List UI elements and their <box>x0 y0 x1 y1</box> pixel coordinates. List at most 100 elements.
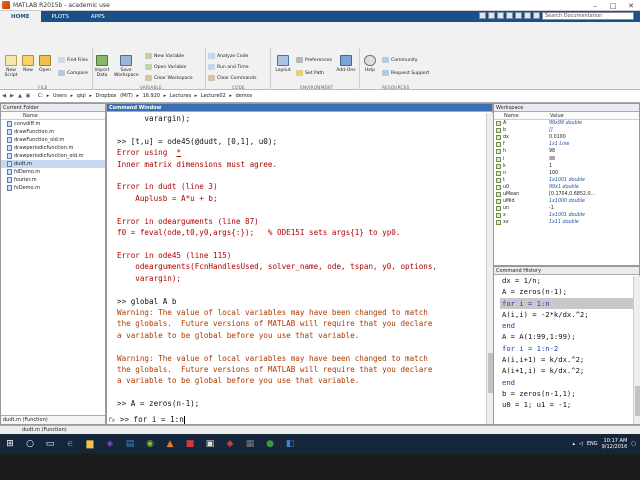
close-button[interactable]: ✕ <box>622 0 640 11</box>
tab-home[interactable]: HOME <box>0 11 41 22</box>
new-variable-button[interactable]: New Variable <box>145 53 184 59</box>
history-entry[interactable]: end <box>502 377 639 388</box>
current-folder-column-header[interactable]: Name <box>1 112 105 120</box>
workspace-variable-row[interactable]: x 1x1001 double <box>494 212 639 219</box>
workspace-variable-row[interactable]: un -1 <box>494 205 639 212</box>
file-list-item[interactable]: fourier.m <box>1 176 105 184</box>
browse-folder-icon[interactable]: ▣ <box>24 93 32 99</box>
file-list-item[interactable]: fdDemo.m <box>1 168 105 176</box>
history-entry[interactable]: end <box>502 320 639 331</box>
app-icon[interactable]: ◉ <box>142 436 158 452</box>
breadcrumb-item[interactable]: 16.920 <box>143 93 161 99</box>
help-icon[interactable] <box>533 12 540 19</box>
redo-icon[interactable] <box>524 12 531 19</box>
new-button[interactable]: New <box>21 55 35 73</box>
help-button[interactable]: Help <box>362 55 378 73</box>
app-icon[interactable]: ● <box>262 436 278 452</box>
workspace-variable-row[interactable]: uMid 1x1000 double <box>494 198 639 205</box>
file-list-item[interactable]: drawperiodicfunction.m <box>1 144 105 152</box>
file-list-item[interactable]: dudt.m <box>1 160 105 168</box>
command-input[interactable]: >> for i = 1:n <box>120 415 184 424</box>
app-icon[interactable]: ▦ <box>242 436 258 452</box>
volume-icon[interactable]: ◁ <box>579 441 583 447</box>
file-list-item[interactable]: fvDemo.m <box>1 184 105 192</box>
save-icon[interactable] <box>479 12 486 19</box>
history-entry[interactable]: b = zeros(n-1,1); <box>502 388 639 399</box>
scrollbar-thumb[interactable] <box>635 386 640 416</box>
workspace-variable-row[interactable]: dx 0.0100 <box>494 134 639 141</box>
app-icon[interactable]: ■ <box>182 436 198 452</box>
breadcrumb-item[interactable]: Users <box>53 93 67 99</box>
history-entry[interactable]: u0 = 1; u1 = -1; <box>502 399 639 410</box>
import-data-button[interactable]: Import Data <box>94 55 110 78</box>
workspace-variable-row[interactable]: h 98 <box>494 148 639 155</box>
workspace-variable-row[interactable]: i 98 <box>494 155 639 162</box>
clear-workspace-button[interactable]: Clear Workspace <box>145 75 193 81</box>
history-entry[interactable]: dx = 1/n; <box>502 275 639 286</box>
request-support-button[interactable]: Request Support <box>382 70 429 76</box>
forward-arrow-icon[interactable]: ▶ <box>8 93 16 99</box>
find-files-button[interactable]: Find Files <box>58 57 88 63</box>
layout-button[interactable]: Layout <box>274 55 292 73</box>
workspace-variable-row[interactable]: A 99x99 double <box>494 120 639 127</box>
workspace-column-header[interactable]: Name Value <box>494 112 639 120</box>
workspace-variable-row[interactable]: n 100 <box>494 170 639 177</box>
breadcrumb-item[interactable]: C: <box>38 93 43 99</box>
workspace-variable-row[interactable]: t 1x1001 double <box>494 177 639 184</box>
workspace-variable-row[interactable]: b [] <box>494 127 639 134</box>
minimize-button[interactable]: – <box>586 0 604 11</box>
history-entry[interactable]: for i = 1:n <box>500 297 639 309</box>
workspace-variable-row[interactable]: k1 <box>494 163 639 170</box>
network-icon[interactable]: ▴ <box>572 441 575 447</box>
run-and-time-button[interactable]: Run and Time <box>208 64 249 70</box>
file-list-item[interactable]: drawFunction.m <box>1 128 105 136</box>
history-entry[interactable]: A = A(1:99,1:99); <box>502 331 639 342</box>
workspace-variable-row[interactable]: uMean [0.1704,0.6852,0... <box>494 191 639 198</box>
command-window[interactable]: Command Window varargin); >> [t,u] = ode… <box>106 103 493 425</box>
store-icon[interactable]: ▤ <box>122 436 138 452</box>
history-entry[interactable]: A(i,i) = -2*k/dx.^2; <box>502 309 639 320</box>
app-icon[interactable]: ▣ <box>202 436 218 452</box>
history-scrollbar[interactable] <box>633 276 640 424</box>
open-variable-button[interactable]: Open Variable <box>145 64 186 70</box>
add-ons-button[interactable]: Add-Ons <box>336 55 356 73</box>
back-arrow-icon[interactable]: ◀ <box>0 93 8 99</box>
set-path-button[interactable]: Set Path <box>296 70 324 76</box>
new-script-button[interactable]: New Script <box>2 55 20 78</box>
windows-start-icon[interactable]: ⊞ <box>2 436 18 452</box>
history-entry[interactable]: A(i,i+1) = k/dx.^2; <box>502 354 639 365</box>
maximize-button[interactable]: □ <box>604 0 622 11</box>
clock[interactable]: 10:17 AM 9/12/2016 <box>602 438 628 450</box>
breadcrumb-item[interactable]: Lecture02 <box>201 93 226 99</box>
notifications-icon[interactable]: ▢ <box>631 441 636 447</box>
search-icon[interactable]: ○ <box>22 436 38 452</box>
file-list-item[interactable]: drawperiodicfunction_old.m <box>1 152 105 160</box>
preferences-button[interactable]: Preferences <box>296 57 332 63</box>
file-list-item[interactable]: drawFunction_old.m <box>1 136 105 144</box>
workspace-variable-row[interactable]: u0 99x1 double <box>494 184 639 191</box>
command-window-scrollbar[interactable] <box>486 113 493 424</box>
save-workspace-button[interactable]: Save Workspace <box>114 55 139 78</box>
breadcrumb-item[interactable]: Dropbox (MIT) <box>95 93 132 99</box>
compare-button[interactable]: Compare <box>58 70 88 76</box>
visual-studio-icon[interactable]: ◈ <box>102 436 118 452</box>
task-view-icon[interactable]: ▭ <box>42 436 58 452</box>
breadcrumb-item[interactable]: qiqi <box>77 93 86 99</box>
history-entry[interactable]: A = zeros(n-1); <box>502 286 639 297</box>
fx-icon[interactable]: fx <box>108 417 115 424</box>
breadcrumb-item[interactable]: Lectures <box>170 93 191 99</box>
history-entry[interactable]: A(i+1,i) = k/dx.^2; <box>502 365 639 376</box>
up-folder-icon[interactable]: ▲ <box>16 93 24 99</box>
open-button[interactable]: Open <box>37 55 53 73</box>
paste-icon[interactable] <box>506 12 513 19</box>
history-entry[interactable]: for i = 1:n-2 <box>502 343 639 354</box>
app-icon[interactable]: ◧ <box>282 436 298 452</box>
search-documentation-input[interactable]: Search Documentation <box>542 12 634 20</box>
file-explorer-icon[interactable]: ▆ <box>82 436 98 452</box>
edge-browser-icon[interactable]: e <box>62 436 78 452</box>
workspace-variable-row[interactable]: f 1x1 Line <box>494 141 639 148</box>
file-list-item[interactable]: convdiff.m <box>1 120 105 128</box>
tab-apps[interactable]: APPS <box>80 11 116 22</box>
copy-icon[interactable] <box>497 12 504 19</box>
matlab-taskbar-icon[interactable]: ▲ <box>162 436 178 452</box>
